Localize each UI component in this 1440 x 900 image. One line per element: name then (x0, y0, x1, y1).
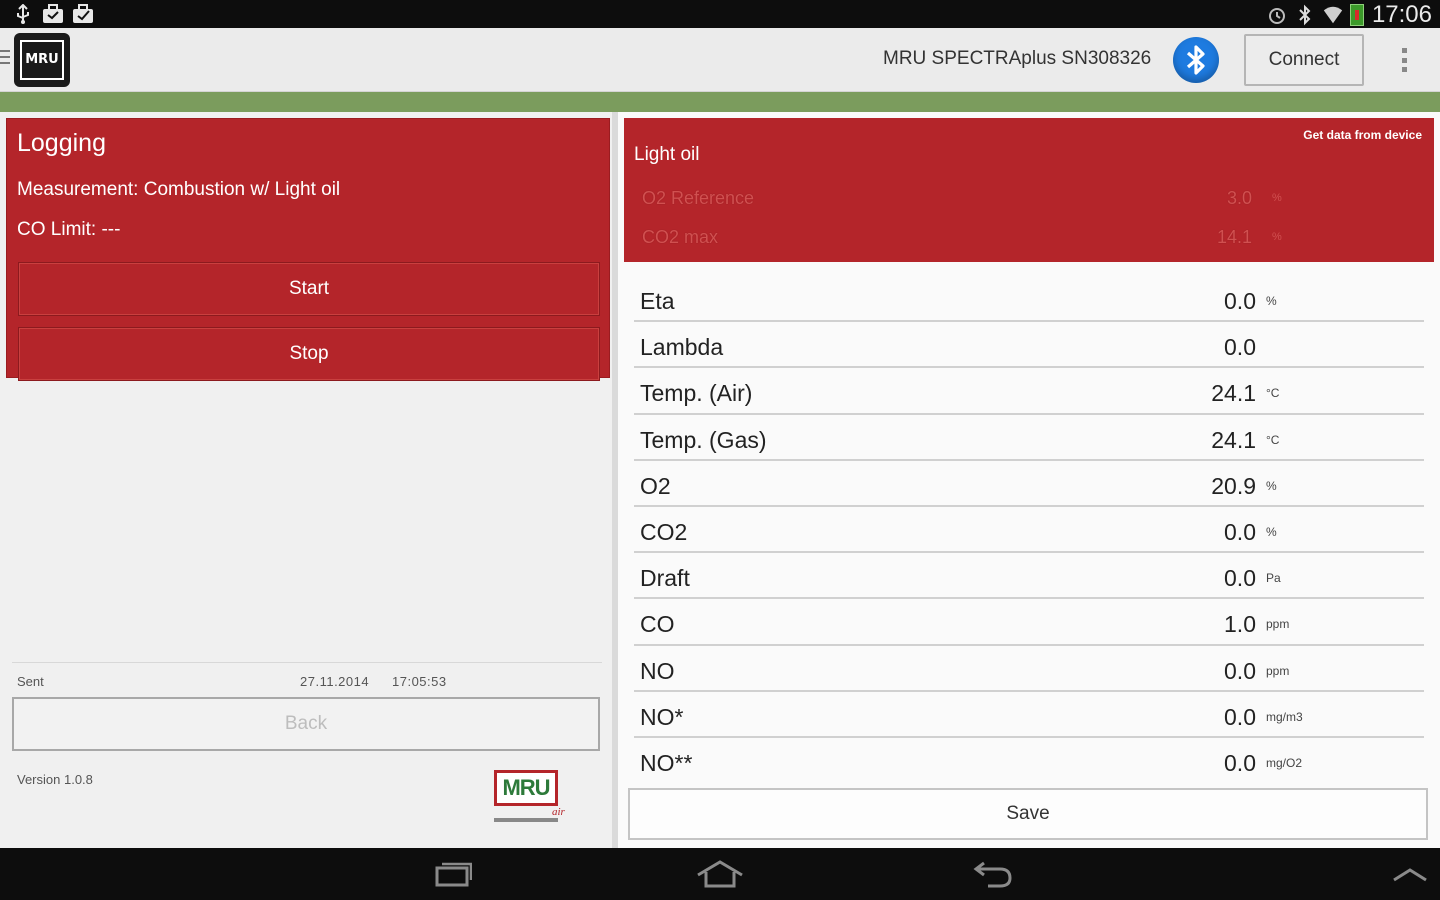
measurement-row: O2 20.9 % (634, 461, 1424, 507)
fuel-card: Get data from device Light oil O2 Refere… (624, 118, 1434, 262)
connect-button[interactable]: Connect (1244, 34, 1364, 86)
measurement-value: 20.9 (1211, 472, 1256, 499)
get-data-from-device-link[interactable]: Get data from device (1303, 128, 1422, 142)
measurement-label: Draft (640, 565, 690, 592)
fuel-row-unit: % (1272, 192, 1282, 204)
measurement-panel: Get data from device Light oil O2 Refere… (618, 112, 1440, 848)
logging-card: Logging Measurement: Combustion w/ Light… (6, 118, 610, 381)
status-clock: 17:06 (1371, 1, 1432, 28)
measurement-unit: Pa (1266, 571, 1281, 586)
measurement-label: O2 (640, 472, 671, 499)
measurement-row: Eta 0.0 % (634, 276, 1424, 323)
stop-button[interactable]: Stop (18, 327, 600, 381)
measurement-row: CO 1.0 ppm (634, 599, 1424, 646)
mru-brand-logo: MRU air (492, 768, 582, 830)
measurement-value: 0.0 (1224, 565, 1256, 592)
measurement-label: NO (640, 657, 675, 684)
wifi-icon (1322, 4, 1344, 26)
measurement-row: CO2 0.0 % (634, 507, 1424, 554)
fuel-row-label: CO2 max (642, 227, 719, 247)
fuel-row-value: 14.1 (1216, 227, 1252, 247)
measurement-unit: mg/O2 (1266, 755, 1303, 770)
measurement-value: 0.0 (1224, 334, 1256, 361)
measurement-unit: °C (1266, 386, 1280, 401)
app-logo-icon[interactable]: MRU (14, 33, 70, 87)
measurement-value: 0.0 (1224, 518, 1256, 545)
briefcase-check-icon (72, 3, 94, 25)
recent-apps-icon[interactable] (420, 856, 480, 892)
measurement-value: 0.0 (1224, 657, 1256, 684)
chevron-up-icon[interactable] (1380, 856, 1440, 892)
bluetooth-icon[interactable] (1173, 37, 1219, 83)
battery-charging-icon (1349, 4, 1364, 26)
mru-logo-text: MRU (494, 770, 558, 806)
measurement-label: NO* (640, 703, 684, 730)
measurement-label: Temp. (Air) (640, 380, 753, 407)
home-icon[interactable] (690, 856, 750, 892)
measurement-unit: % (1266, 524, 1277, 539)
fuel-row: O2 Reference 3.0 % (642, 188, 1282, 212)
sent-time: 17:05:53 (392, 674, 447, 689)
measurement-type: Measurement: Combustion w/ Light oil (17, 179, 341, 200)
measurement-row: Draft 0.0 Pa (634, 553, 1424, 600)
logging-panel: Logging Measurement: Combustion w/ Light… (0, 112, 616, 848)
co-limit: CO Limit: --- (17, 219, 121, 240)
action-bar: MRU MRU SPECTRAplus SN308326 Connect (0, 28, 1440, 92)
fuel-name: Light oil (634, 144, 700, 165)
measurement-unit: % (1266, 294, 1277, 308)
mru-logo-underline (494, 818, 558, 822)
measurement-unit: ppm (1266, 617, 1290, 632)
alarm-icon (1266, 4, 1288, 26)
measurement-row: Temp. (Gas) 24.1 °C (634, 415, 1424, 461)
version-label: Version 1.0.8 (17, 772, 93, 787)
measurement-row: NO* 0.0 mg/m3 (634, 692, 1424, 738)
back-button[interactable]: Back (12, 697, 600, 751)
measurement-value: 0.0 (1224, 288, 1256, 314)
sent-row: Sent 27.11.2014 17:05:53 (12, 662, 602, 692)
sent-date: 27.11.2014 (300, 674, 370, 689)
measurement-label: Temp. (Gas) (640, 426, 767, 453)
back-icon[interactable] (962, 856, 1022, 892)
measurement-label: CO (640, 611, 675, 638)
measurement-label: NO** (640, 749, 693, 776)
sent-label: Sent (17, 674, 44, 689)
measurement-row: Lambda 0.0 (634, 322, 1424, 369)
bluetooth-status-icon (1294, 4, 1316, 26)
measurement-value: 24.1 (1211, 426, 1256, 453)
accent-bar (0, 92, 1440, 112)
overflow-menu-icon[interactable] (1396, 44, 1412, 76)
measurement-value: 1.0 (1224, 611, 1256, 638)
system-nav-bar (0, 848, 1440, 900)
device-name: MRU SPECTRAplus SN308326 (883, 48, 1152, 69)
measurement-value: 0.0 (1224, 749, 1256, 776)
save-button[interactable]: Save (628, 788, 1428, 840)
measurement-label: Lambda (640, 334, 724, 361)
measurement-list: Eta 0.0 % Lambda 0.0 Temp. (Air) 24.1 °C… (634, 276, 1424, 784)
fuel-row-label: O2 Reference (642, 188, 755, 208)
drawer-indicator-icon[interactable] (0, 50, 10, 70)
measurement-unit: °C (1266, 432, 1280, 447)
measurement-unit: ppm (1266, 663, 1290, 678)
measurement-row: NO 0.0 ppm (634, 646, 1424, 692)
measurement-value: 0.0 (1224, 703, 1256, 730)
measurement-label: CO2 (640, 518, 688, 545)
briefcase-icon (42, 3, 64, 25)
measurement-unit: mg/m3 (1266, 709, 1303, 724)
start-button[interactable]: Start (18, 262, 600, 316)
fuel-row-value: 3.0 (1226, 188, 1252, 208)
measurement-row: Temp. (Air) 24.1 °C (634, 368, 1424, 415)
logging-title: Logging (17, 129, 106, 157)
mru-logo-suffix: air (552, 806, 565, 818)
fuel-row-unit: % (1272, 231, 1282, 243)
measurement-value: 24.1 (1211, 380, 1256, 407)
usb-icon (12, 3, 34, 25)
measurement-row: NO** 0.0 mg/O2 (634, 738, 1424, 784)
measurement-label: Eta (640, 288, 675, 314)
status-bar: 17:06 (0, 0, 1440, 28)
fuel-row: CO2 max 14.1 % (642, 227, 1282, 251)
measurement-unit: % (1266, 478, 1277, 493)
